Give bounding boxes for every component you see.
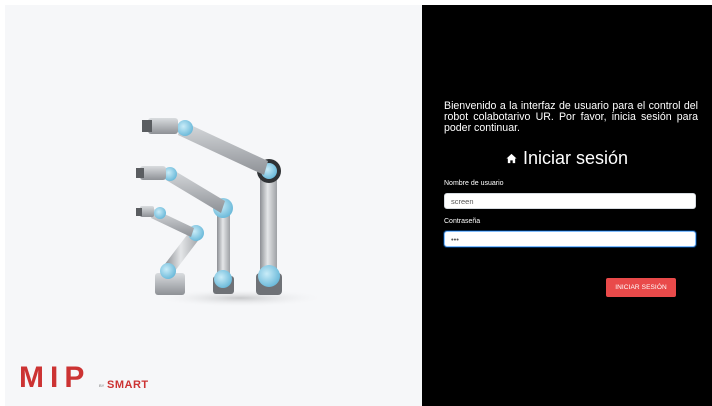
logo-by-text: BY (99, 383, 105, 388)
login-panel: Bienvenido a la interfaz de usuario para… (422, 5, 712, 406)
app-window: MIP BY SMART Bienvenido a la interfaz de… (0, 0, 712, 406)
ur-robots-illustration (136, 118, 320, 307)
logo-smart-text: SMART (107, 379, 149, 391)
username-input[interactable] (444, 193, 696, 209)
login-button[interactable]: Iniciar sesión (606, 278, 676, 297)
logo-mip-text: MIP (19, 361, 91, 394)
home-icon (506, 153, 517, 164)
welcome-message: Bienvenido a la interfaz de usuario para… (444, 100, 698, 134)
password-input[interactable] (444, 231, 696, 247)
mip-logo: MIP BY SMART (19, 361, 148, 394)
username-label: Nombre de usuario (444, 180, 504, 187)
login-heading: Iniciar sesión (422, 147, 712, 169)
login-title: Iniciar sesión (522, 148, 629, 168)
hero-panel: MIP BY SMART (5, 5, 422, 406)
password-label: Contraseña (444, 218, 481, 225)
